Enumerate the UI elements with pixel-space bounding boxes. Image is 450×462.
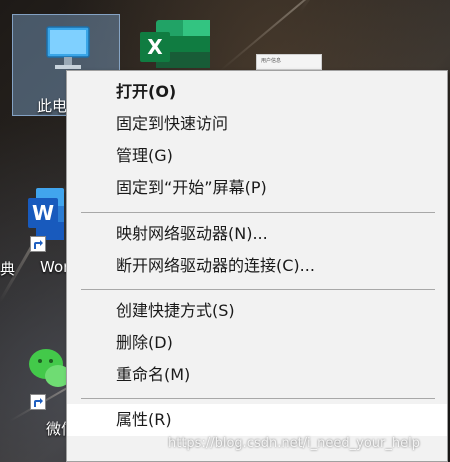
watermark-text: https://blog.csdn.net/i_need_your_help [168,436,420,451]
document-thumbnail[interactable]: 用户信息 [256,54,322,70]
menu-item-map-network-drive[interactable]: 映射网络驱动器(N)... [67,218,447,250]
shortcut-arrow-icon [30,394,46,410]
desktop[interactable]: 此电脑 X 用户信息 W 典 Word 微信 打开(O) 固定到快速访问 管理(… [0,0,450,462]
excel-icon[interactable]: X [138,18,212,68]
menu-item-disconnect-network-drive[interactable]: 断开网络驱动器的连接(C)... [67,250,447,282]
menu-item-pin-quick-access[interactable]: 固定到快速访问 [67,108,447,140]
wallpaper-streak [298,0,405,13]
menu-item-delete[interactable]: 删除(D) [67,327,447,359]
shortcut-arrow-icon [30,236,46,252]
menu-item-label: 固定到“开始”屏幕(P) [116,178,267,197]
menu-item-label: 属性(R) [116,410,172,429]
svg-text:X: X [147,35,163,59]
menu-item-pin-start[interactable]: 固定到“开始”屏幕(P) [67,172,447,204]
menu-separator [81,398,435,399]
menu-item-create-shortcut[interactable]: 创建快捷方式(S) [67,295,447,327]
menu-item-rename[interactable]: 重命名(M) [67,359,447,391]
menu-item-label: 断开网络驱动器的连接(C)... [116,256,315,275]
menu-separator [81,289,435,290]
menu-item-open[interactable]: 打开(O) [67,76,447,108]
menu-item-label: 打开(O) [116,82,177,101]
menu-item-properties[interactable]: 属性(R) [67,404,447,436]
menu-item-label: 删除(D) [116,333,173,352]
menu-item-manage[interactable]: 管理(G) [67,140,447,172]
menu-item-label: 管理(G) [116,146,173,165]
word-icon[interactable]: W [26,186,66,242]
menu-item-label: 固定到快速访问 [116,114,229,133]
svg-text:W: W [32,201,54,225]
menu-separator [81,212,435,213]
document-thumbnail-text: 用户信息 [261,58,282,64]
menu-item-label: 创建快捷方式(S) [116,301,235,320]
context-menu: 打开(O) 固定到快速访问 管理(G) 固定到“开始”屏幕(P) 映射网络驱动器… [66,70,448,462]
menu-item-label: 重命名(M) [116,365,191,384]
clipped-label-char: 典 [0,260,16,278]
menu-item-label: 映射网络驱动器(N)... [116,224,268,243]
